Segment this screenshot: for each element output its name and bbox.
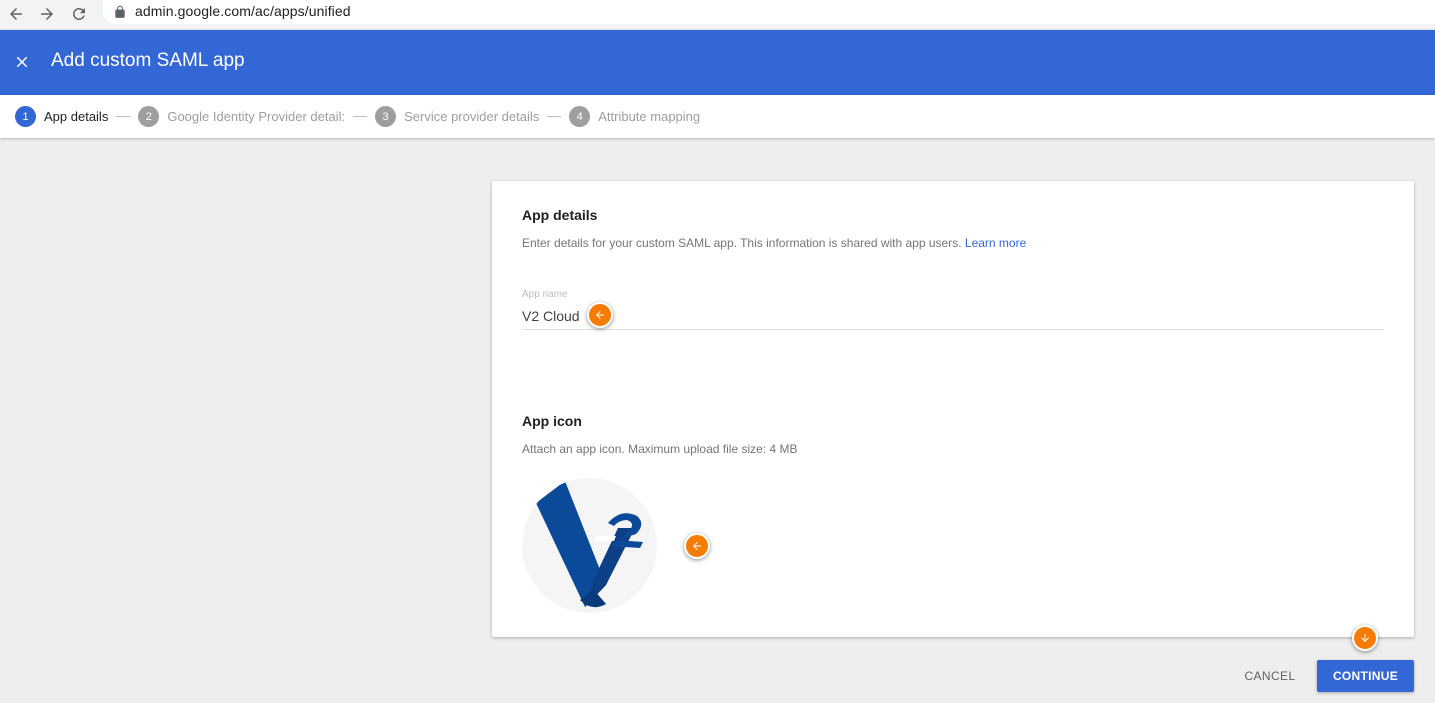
app-header: Add custom SAML app bbox=[0, 30, 1435, 95]
step-google-idp-details[interactable]: 2 Google Identity Provider detail: bbox=[138, 106, 345, 127]
lock-icon bbox=[115, 5, 125, 18]
reload-button[interactable] bbox=[67, 2, 91, 26]
step-divider bbox=[353, 116, 368, 117]
stepper: 1 App details 2 Google Identity Provider… bbox=[0, 95, 1435, 138]
back-button[interactable] bbox=[4, 2, 28, 26]
continue-button[interactable]: CONTINUE bbox=[1317, 660, 1414, 692]
step-divider bbox=[116, 116, 131, 117]
step-number: 3 bbox=[375, 106, 397, 127]
forward-arrow-icon bbox=[41, 8, 53, 20]
step-number: 4 bbox=[569, 106, 591, 127]
learn-more-link[interactable]: Learn more bbox=[965, 236, 1026, 250]
browser-toolbar: admin.google.com/ac/apps/unified bbox=[0, 0, 1435, 30]
step-number: 2 bbox=[138, 106, 160, 127]
close-button[interactable] bbox=[10, 50, 34, 74]
arrow-down-icon bbox=[1361, 634, 1369, 642]
app-details-description: Enter details for your custom SAML app. … bbox=[522, 236, 1026, 250]
back-arrow-icon bbox=[10, 8, 22, 20]
app-icon-upload[interactable]: V2 bbox=[522, 478, 657, 613]
step-number: 1 bbox=[15, 106, 36, 127]
app-name-input[interactable] bbox=[522, 303, 1384, 330]
reload-icon bbox=[72, 7, 85, 20]
address-bar[interactable]: admin.google.com/ac/apps/unified bbox=[103, 0, 1435, 24]
arrow-left-icon bbox=[596, 311, 604, 319]
close-icon bbox=[16, 56, 28, 68]
step-divider bbox=[547, 116, 562, 117]
app-details-heading: App details bbox=[522, 207, 598, 223]
step-service-provider-details[interactable]: 3 Service provider details bbox=[375, 106, 539, 127]
step-label: Attribute mapping bbox=[598, 109, 701, 124]
step-app-details[interactable]: 1 App details bbox=[15, 106, 108, 127]
forward-button[interactable] bbox=[35, 2, 59, 26]
v2-cloud-logo: V2 bbox=[536, 481, 643, 608]
app-name-label: App name bbox=[522, 289, 568, 300]
page-title: Add custom SAML app bbox=[51, 50, 245, 71]
step-label: Service provider details bbox=[404, 109, 540, 124]
annotation-marker bbox=[1352, 625, 1378, 651]
step-attribute-mapping[interactable]: 4 Attribute mapping bbox=[569, 106, 700, 127]
app-icon-description: Attach an app icon. Maximum upload file … bbox=[522, 442, 798, 456]
step-label: Google Identity Provider detail: bbox=[167, 109, 346, 124]
arrow-left-icon bbox=[693, 542, 701, 550]
url-text: admin.google.com/ac/apps/unified bbox=[135, 3, 351, 19]
annotation-marker bbox=[587, 302, 613, 328]
cancel-button[interactable]: CANCEL bbox=[1232, 660, 1308, 692]
app-details-card: App details Enter details for your custo… bbox=[492, 181, 1414, 637]
annotation-marker bbox=[684, 533, 710, 559]
app-icon-heading: App icon bbox=[522, 413, 582, 429]
step-label: App details bbox=[44, 109, 109, 124]
description-text: Enter details for your custom SAML app. … bbox=[522, 236, 962, 250]
